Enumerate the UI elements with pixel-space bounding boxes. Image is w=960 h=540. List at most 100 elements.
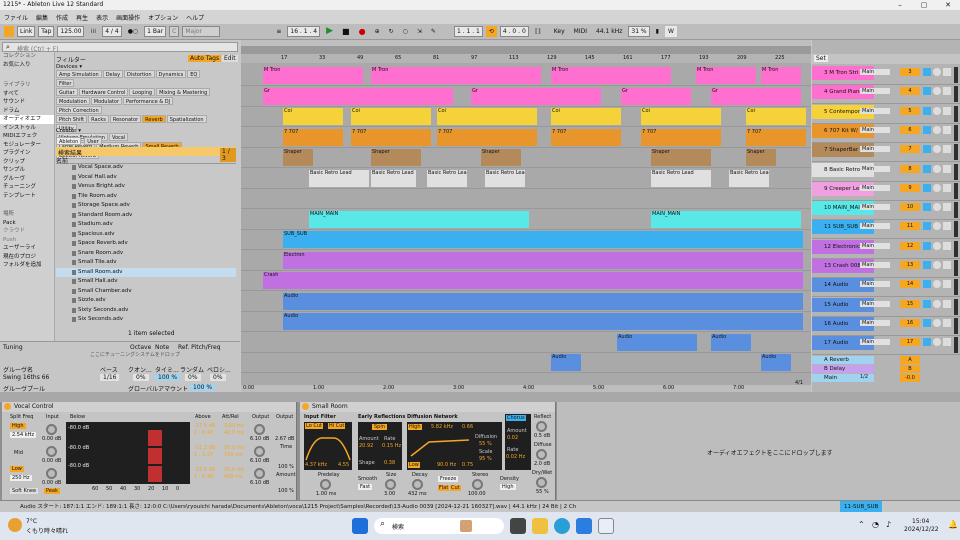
- above-ratio-mid[interactable]: 1 : 3.37: [194, 452, 213, 458]
- tap-button[interactable]: Tap: [38, 26, 55, 37]
- input-knob-high[interactable]: [46, 424, 57, 435]
- track-lane[interactable]: MAIN_MAIN MAIN_MAIN: [241, 210, 811, 230]
- track-number[interactable]: 9: [900, 183, 920, 192]
- attack-low[interactable]: 10.0 ms: [224, 467, 244, 473]
- menu-play[interactable]: 再生: [76, 13, 88, 22]
- track-lanes[interactable]: M Tron M Tron M Tron M Tron M Tron Gr Gr Gr Gr Co…: [241, 66, 811, 386]
- arm-button[interactable]: [933, 145, 941, 154]
- clip[interactable]: Coi: [551, 108, 621, 125]
- metro-icon[interactable]: ●○: [125, 26, 141, 37]
- category-plugins[interactable]: プラグイン: [0, 149, 54, 158]
- solo-button[interactable]: [923, 261, 931, 269]
- solo-button[interactable]: [923, 106, 931, 115]
- category-modulators[interactable]: モジュレーター: [0, 141, 54, 150]
- clip[interactable]: 7 707: [351, 128, 431, 146]
- solo-button[interactable]: [923, 87, 931, 96]
- tag-chip[interactable]: Reverb: [142, 115, 166, 123]
- file-item[interactable]: Small Hall.adv: [56, 277, 236, 287]
- monitor-button[interactable]: [943, 318, 951, 327]
- freeze-toggle[interactable]: Freeze: [438, 476, 459, 482]
- track-number[interactable]: 16: [900, 318, 920, 327]
- track-header[interactable]: 15 Audio Main 15: [812, 297, 960, 317]
- clip[interactable]: Basic Retro Lead: [729, 169, 769, 187]
- reflect-knob[interactable]: [536, 421, 547, 432]
- track-number[interactable]: 10: [900, 203, 920, 212]
- file-item[interactable]: Six Seconds.adv: [56, 315, 236, 325]
- solo-button[interactable]: [923, 241, 931, 250]
- soft-knee-toggle[interactable]: Soft Knee: [10, 488, 39, 494]
- track-lane[interactable]: Crash: [241, 271, 811, 291]
- session-record-icon[interactable]: ○: [400, 26, 411, 37]
- track-number[interactable]: 11: [900, 222, 920, 231]
- filter-width-value[interactable]: 4.55: [338, 462, 349, 468]
- chorus-toggle[interactable]: Chorus: [506, 415, 526, 421]
- place-current-project[interactable]: 現在のプロジ: [0, 253, 54, 262]
- track-header[interactable]: 13 Crash 008 Main 13: [812, 259, 960, 278]
- below-threshold-low[interactable]: -80.0 dB: [68, 463, 89, 469]
- menu-edit[interactable]: 編集: [36, 13, 48, 22]
- clip[interactable]: Audio: [283, 292, 803, 310]
- link-button[interactable]: Link: [17, 26, 36, 37]
- clip[interactable]: Basic Retro Lead: [371, 169, 416, 187]
- track-input-select[interactable]: Main: [860, 165, 890, 172]
- category-audio-effects[interactable]: オーディオエフ: [0, 115, 54, 124]
- solo-button[interactable]: [923, 145, 931, 154]
- favorites-item[interactable]: お気に入り: [0, 61, 54, 70]
- solo-button[interactable]: [923, 164, 931, 173]
- clip[interactable]: 7 707: [746, 128, 806, 146]
- input-knob-low[interactable]: [46, 468, 57, 479]
- above-threshold-low[interactable]: -32.5 dB: [194, 467, 215, 473]
- track-lane[interactable]: 7 707 7 707 7 707 7 707 7 707 7 707: [241, 128, 811, 148]
- track-header[interactable]: 11 SUB_SUB Main 11: [812, 220, 960, 240]
- track-number[interactable]: 13: [900, 261, 920, 269]
- diffusion-low-toggle[interactable]: Low: [408, 462, 420, 468]
- hi-cut-toggle[interactable]: Hi Cut: [328, 423, 346, 429]
- track-header[interactable]: 9 Creeper Le Main 9: [812, 181, 960, 201]
- track-input-select[interactable]: Main: [860, 223, 890, 230]
- main-track-value[interactable]: 1/2: [860, 374, 868, 380]
- track-lane[interactable]: Shaper Shaper Shaper Shaper Shaper: [241, 148, 811, 168]
- loop-icon[interactable]: ⟲: [485, 26, 497, 37]
- clip[interactable]: SUB_SUB: [283, 231, 803, 248]
- attack-high[interactable]: 3.00 ms: [224, 423, 244, 429]
- groove-velocity-value[interactable]: 0%: [210, 374, 226, 381]
- attack-mid[interactable]: 10.0 ms: [224, 445, 244, 451]
- track-header[interactable]: 17 Audio Main 17: [812, 336, 960, 356]
- chorus-rate-value[interactable]: 0.02 Hz: [506, 454, 525, 460]
- groove-name[interactable]: Swing 16ths 66: [3, 374, 49, 381]
- tag-chip[interactable]: Modulator: [90, 97, 122, 105]
- monitor-button[interactable]: [943, 203, 951, 212]
- menu-help[interactable]: ヘルプ: [186, 13, 204, 22]
- monitor-button[interactable]: [943, 164, 951, 173]
- clip[interactable]: Gr: [621, 87, 691, 105]
- clip[interactable]: Gr: [711, 87, 801, 105]
- track-input-select[interactable]: Main: [860, 69, 890, 75]
- track-number[interactable]: 12: [900, 241, 920, 250]
- monitor-button[interactable]: [943, 280, 951, 289]
- density-select[interactable]: High: [500, 484, 516, 490]
- clip[interactable]: Crash: [263, 272, 803, 289]
- auto-tags-toggle[interactable]: Auto Tags: [188, 55, 222, 62]
- notification-icon[interactable]: 🔔: [948, 520, 958, 529]
- tray-chevron-icon[interactable]: ⌃: [858, 520, 865, 529]
- predelay-knob[interactable]: [320, 479, 331, 490]
- tag-chip[interactable]: Resonator: [109, 115, 142, 123]
- clip[interactable]: Basic Retro Lead: [309, 169, 369, 187]
- creator-header[interactable]: Creator ▾: [56, 128, 81, 134]
- track-header[interactable]: 6 707 Kit W/Main 6: [812, 123, 960, 143]
- track-number[interactable]: 5: [900, 106, 920, 115]
- clip[interactable]: M Tron: [551, 67, 671, 84]
- release-high[interactable]: 40.0 ms: [224, 430, 244, 436]
- menu-view[interactable]: 表示: [96, 13, 108, 22]
- time-signature[interactable]: 4 / 4: [102, 26, 122, 37]
- track-input-select[interactable]: Main: [860, 281, 890, 288]
- low-freq-field[interactable]: 250 Hz: [10, 475, 32, 481]
- tag-chip[interactable]: Pitch Correction: [56, 106, 102, 114]
- track-number[interactable]: 8: [900, 164, 920, 173]
- track-input-select[interactable]: Main: [860, 107, 890, 114]
- arm-button[interactable]: [933, 125, 941, 134]
- above-ratio-low[interactable]: 1 : 6.40: [194, 474, 213, 480]
- category-samples[interactable]: サンプル: [0, 166, 54, 175]
- smooth-select[interactable]: Fast: [358, 484, 373, 490]
- tag-chip[interactable]: Spatialization: [166, 115, 207, 123]
